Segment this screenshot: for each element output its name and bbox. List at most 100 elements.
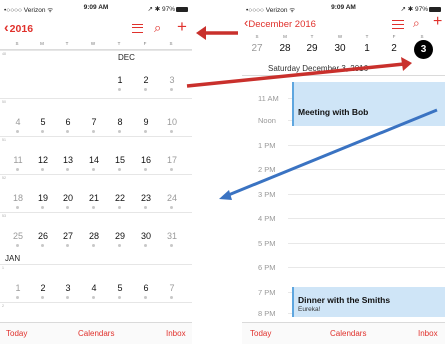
day-cell[interactable]: 30	[137, 231, 155, 241]
event-dot	[16, 130, 19, 133]
plus-icon[interactable]: +	[177, 17, 187, 37]
day-cell[interactable]: 25	[9, 231, 27, 241]
week-day[interactable]: 2	[385, 43, 403, 54]
day-cell[interactable]: 21	[85, 193, 103, 203]
weekday-label: F	[392, 34, 396, 39]
tab-calendars[interactable]: Calendars	[330, 329, 366, 338]
event-dot	[41, 206, 44, 209]
weekday-label: F	[143, 41, 147, 46]
back-button[interactable]: ‹2016	[4, 19, 33, 35]
day-cell[interactable]: 18	[9, 193, 27, 203]
hour-label: 6 PM	[258, 263, 276, 272]
day-cell[interactable]: 17	[163, 155, 181, 165]
day-cell[interactable]: 19	[34, 193, 52, 203]
day-cell[interactable]: 7	[85, 117, 103, 127]
tab-bar: Today Calendars Inbox	[242, 322, 445, 344]
day-cell[interactable]: 20	[59, 193, 77, 203]
day-cell[interactable]: 13	[59, 155, 77, 165]
day-view-screen: •○○○○ Verizon ᯤ 9:09 AM ↗ ✱ 97% ‹Decembe…	[242, 0, 445, 344]
battery-icon	[429, 6, 441, 12]
event-dot	[118, 244, 121, 247]
back-button[interactable]: ‹December 2016	[244, 16, 316, 30]
weekday-label: S	[420, 34, 424, 39]
event-dot	[92, 168, 95, 171]
event-dot	[92, 244, 95, 247]
status-right: ↗ ✱ 97%	[400, 5, 441, 13]
day-cell[interactable]: 12	[34, 155, 52, 165]
day-cell[interactable]: 11	[9, 155, 27, 165]
search-icon[interactable]: ⌕	[413, 16, 420, 31]
event-location: Eureka!	[298, 306, 321, 313]
hour-line	[288, 194, 445, 195]
nav-bar: ‹2016 ⌕ +	[0, 17, 192, 40]
tab-inbox[interactable]: Inbox	[418, 329, 438, 338]
day-cell[interactable]: 5	[111, 283, 129, 293]
hour-line	[288, 169, 445, 170]
day-cell[interactable]: 6	[59, 117, 77, 127]
day-cell[interactable]: 31	[163, 231, 181, 241]
week-day[interactable]: 27	[248, 43, 266, 54]
selected-day[interactable]: 3	[414, 40, 433, 59]
day-cell[interactable]: 22	[111, 193, 129, 203]
search-icon[interactable]: ⌕	[154, 20, 161, 36]
day-cell[interactable]: 4	[9, 117, 27, 127]
event-block[interactable]: Meeting with Bob	[292, 82, 445, 126]
day-cell[interactable]: 3	[163, 75, 181, 85]
event-dot	[16, 244, 19, 247]
event-block[interactable]: Dinner with the Smiths Eureka!	[292, 287, 445, 317]
list-icon[interactable]	[392, 20, 404, 29]
event-dot	[170, 168, 173, 171]
weekday-header: SMTWTFS	[0, 40, 192, 50]
day-cell[interactable]: 7	[163, 283, 181, 293]
day-cell[interactable]: 3	[59, 283, 77, 293]
event-dot	[144, 130, 147, 133]
week-day[interactable]: 29	[303, 43, 321, 54]
week-number: 51	[2, 138, 6, 142]
tab-inbox[interactable]: Inbox	[166, 329, 186, 338]
event-title: Dinner with the Smiths	[298, 295, 391, 305]
tab-today[interactable]: Today	[250, 329, 271, 338]
week-day[interactable]: 30	[331, 43, 349, 54]
event-dot	[66, 244, 69, 247]
day-cell[interactable]: 4	[85, 283, 103, 293]
weekday-label: W	[90, 41, 96, 46]
battery-percent: ↗ ✱ 97%	[400, 6, 428, 13]
tab-today[interactable]: Today	[6, 329, 27, 338]
day-cell[interactable]: 15	[111, 155, 129, 165]
month-grid: DEC 48 1 2 3 50 4 5 6 7 8 9 10 51 11 12 13 14 15 16 17 52 18 19…	[0, 50, 192, 337]
plus-icon[interactable]: +	[433, 13, 442, 31]
day-cell[interactable]: 16	[137, 155, 155, 165]
day-cell[interactable]: 9	[137, 117, 155, 127]
week-strip: Saturday December 3, 2016 S M T W T F S 27 28 29 3…	[242, 34, 445, 76]
day-cell[interactable]: 2	[34, 283, 52, 293]
battery-icon	[176, 6, 188, 12]
list-icon[interactable]	[132, 24, 143, 33]
day-cell[interactable]: 1	[9, 283, 27, 293]
day-cell[interactable]: 5	[34, 117, 52, 127]
week-day[interactable]: 1	[358, 43, 376, 54]
day-cell[interactable]: 24	[163, 193, 181, 203]
day-cell[interactable]: 10	[163, 117, 181, 127]
day-cell[interactable]: 26	[34, 231, 52, 241]
weekday-label: T	[65, 41, 69, 46]
day-cell[interactable]: 2	[137, 75, 155, 85]
day-cell[interactable]: 23	[137, 193, 155, 203]
tab-calendars[interactable]: Calendars	[78, 329, 114, 338]
event-dot	[118, 168, 121, 171]
day-cell[interactable]: 6	[137, 283, 155, 293]
weekday-label: T	[310, 34, 314, 39]
chevron-left-icon: ‹	[4, 19, 9, 35]
day-cell[interactable]: 1	[111, 75, 129, 85]
day-cell[interactable]: 27	[59, 231, 77, 241]
week-number: 1	[2, 266, 4, 270]
day-cell[interactable]: 29	[111, 231, 129, 241]
day-cell[interactable]: 14	[85, 155, 103, 165]
month-label: DEC	[118, 53, 135, 62]
day-cell[interactable]: 28	[85, 231, 103, 241]
day-cell[interactable]: 8	[111, 117, 129, 127]
event-dot	[66, 168, 69, 171]
event-dot	[92, 296, 95, 299]
hour-label: 2 PM	[258, 165, 276, 174]
week-day[interactable]: 28	[276, 43, 294, 54]
event-dot	[41, 244, 44, 247]
